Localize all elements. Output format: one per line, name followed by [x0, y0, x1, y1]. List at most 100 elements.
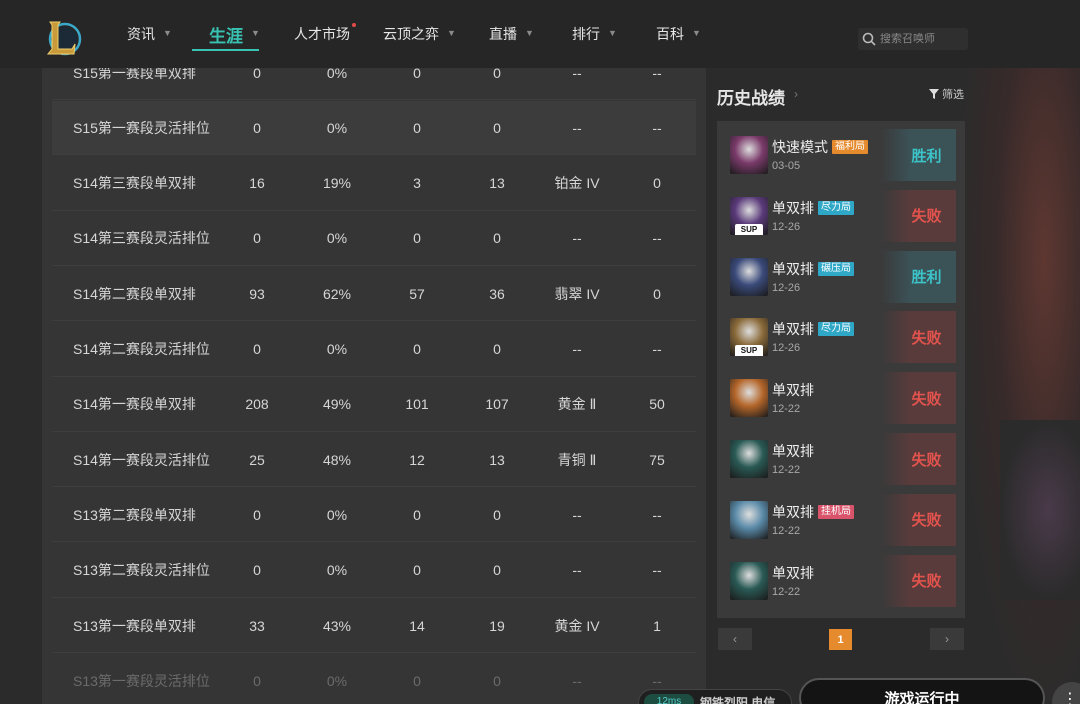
chevron-down-icon: ▼ — [447, 28, 456, 38]
nav-item-4[interactable]: 直播 ▼ — [472, 0, 555, 68]
match-result: 失败 — [881, 189, 956, 242]
table-row[interactable]: S13第二赛段灵活排位 0 0% 0 0 -- -- — [52, 544, 696, 598]
season-name: S13第一赛段单双排 — [73, 617, 196, 634]
match-mode: 单双排 挂机局 — [772, 502, 854, 522]
nav-item-label: 排行 — [572, 26, 600, 42]
cell-lp: -- — [652, 230, 662, 247]
table-row[interactable]: S13第一赛段单双排 33 43% 14 19 黄金 IV 1 — [52, 599, 696, 653]
season-name: S14第三赛段单双排 — [73, 175, 196, 192]
cell-c1: 0 — [253, 506, 261, 523]
cell-c3: 3 — [413, 175, 421, 192]
match-mode-label: 单双排 — [772, 199, 814, 216]
server-name: 钢铁烈阳 电信 — [700, 696, 776, 704]
season-name: S14第二赛段灵活排位 — [73, 341, 210, 357]
cell-c1: 208 — [245, 396, 269, 413]
prev-page-button[interactable]: ‹ — [718, 628, 752, 650]
nav-item-5[interactable]: 排行 ▼ — [555, 0, 639, 68]
search-input[interactable] — [880, 33, 966, 45]
match-item[interactable]: 单双排 碾压局 12-26 胜利 — [725, 250, 956, 303]
cell-c3: 0 — [413, 562, 421, 579]
nav-item-6[interactable]: 百科 ▼ — [639, 0, 719, 68]
table-row[interactable]: S15第一赛段灵活排位 0 0% 0 0 -- -- — [52, 101, 696, 156]
match-item[interactable]: SUP 单双排 尽力局 12-26 失败 — [725, 311, 956, 364]
match-tag: 尽力局 — [818, 322, 854, 337]
table-row[interactable]: S13第一赛段灵活排位 0 0% 0 0 -- -- — [52, 654, 696, 704]
match-mode: 单双排 尽力局 — [772, 198, 854, 218]
page-number[interactable]: 1 — [829, 629, 852, 650]
table-row[interactable]: S14第二赛段单双排 93 62% 57 36 翡翠 IV 0 — [52, 267, 696, 322]
nav-item-2[interactable]: 人才市场 — [277, 0, 366, 68]
search-box[interactable] — [858, 28, 968, 50]
match-mode: 单双排 — [772, 380, 814, 400]
nav-item-1[interactable]: 生涯 ▼ — [192, 0, 277, 68]
cell-c3: 0 — [413, 68, 421, 81]
ranked-season-table: S15第一赛段单双排 0 0% 0 0 -- -- S15第一赛段灵活排位 0 0% 0 0 -- -- S… — [42, 68, 706, 704]
cell-lp: -- — [652, 506, 662, 523]
match-mode: 快速模式 福利局 — [772, 137, 868, 157]
cell-c4: 107 — [485, 396, 509, 413]
cell-c3: 0 — [413, 506, 421, 523]
cell-lp: -- — [652, 68, 662, 81]
nav-item-0[interactable]: 资讯 ▼ — [110, 0, 192, 68]
cell-tier: -- — [572, 562, 582, 579]
chevron-right-icon[interactable]: › — [794, 87, 798, 101]
match-item[interactable]: 快速模式 福利局 03-05 胜利 — [725, 129, 956, 181]
search-icon — [862, 32, 876, 46]
match-mode-label: 单双排 — [772, 443, 814, 459]
next-page-button[interactable]: › — [930, 628, 964, 650]
nav-item-label: 资讯 — [127, 26, 155, 42]
filter-label: 筛选 — [942, 89, 964, 101]
match-tag: 挂机局 — [818, 504, 854, 519]
nav-item-label: 人才市场 — [294, 23, 356, 44]
cell-c4: 0 — [493, 230, 501, 247]
game-running-button[interactable]: 游戏运行中 — [799, 678, 1045, 704]
filter-button[interactable]: 筛选 — [929, 86, 964, 102]
cell-tier: -- — [572, 230, 582, 247]
match-result: 胜利 — [881, 250, 956, 303]
season-name: S14第三赛段灵活排位 — [73, 230, 210, 247]
cell-c1: 0 — [253, 230, 261, 247]
role-badge: SUP — [735, 223, 763, 235]
cell-c2: 0% — [326, 230, 348, 247]
cell-c3: 0 — [413, 119, 421, 136]
cell-c2: 0% — [326, 119, 348, 136]
cell-c4: 13 — [489, 451, 505, 468]
match-item[interactable]: SUP 单双排 尽力局 12-26 失败 — [725, 189, 956, 242]
cell-c3: 12 — [409, 451, 425, 468]
table-row[interactable]: S14第一赛段灵活排位 25 48% 12 13 青铜 Ⅱ 75 — [52, 433, 696, 488]
table-row[interactable]: S13第二赛段单双排 0 0% 0 0 -- -- — [52, 488, 696, 543]
match-item[interactable]: 单双排 12-22 失败 — [725, 554, 956, 607]
cell-tier: 黄金 Ⅱ — [557, 396, 597, 413]
chevron-down-icon: ▼ — [163, 28, 172, 38]
table-row[interactable]: S15第一赛段单双排 0 0% 0 0 -- -- — [52, 68, 696, 100]
cell-lp: -- — [652, 119, 662, 136]
cell-c2: 19% — [322, 175, 352, 192]
season-name: S15第一赛段灵活排位 — [73, 119, 210, 136]
nav-item-3[interactable]: 云顶之弈 ▼ — [366, 0, 472, 68]
cell-c4: 19 — [489, 617, 505, 634]
match-result: 失败 — [881, 493, 956, 546]
table-row[interactable]: S14第二赛段灵活排位 0 0% 0 0 -- -- — [52, 323, 696, 377]
match-result: 胜利 — [881, 129, 956, 181]
champion-avatar: SUP — [730, 318, 768, 357]
history-title[interactable]: 历史战绩 — [717, 84, 785, 109]
match-mode-label: 单双排 — [772, 503, 814, 520]
season-name: S14第一赛段单双排 — [73, 396, 196, 413]
table-row[interactable]: S14第一赛段单双排 208 49% 101 107 黄金 Ⅱ 50 — [52, 378, 696, 432]
match-item[interactable]: 单双排 12-22 失败 — [725, 372, 956, 425]
match-date: 12-26 — [772, 281, 801, 294]
filter-icon — [929, 89, 939, 99]
cell-lp: 1 — [653, 617, 661, 634]
nav-item-label: 云顶之弈 — [383, 26, 439, 42]
lol-logo-icon[interactable] — [44, 18, 82, 58]
table-row[interactable]: S14第三赛段单双排 16 19% 3 13 铂金 IV 0 — [52, 157, 696, 211]
background-art-lower — [1000, 420, 1080, 600]
cell-tier: -- — [572, 506, 582, 523]
cell-c4: 0 — [493, 119, 501, 136]
match-date: 12-22 — [772, 464, 801, 476]
main-nav: 资讯 ▼ 生涯 ▼ 人才市场 云顶之弈 ▼ 直播 ▼ 排行 ▼ 百科 ▼ — [110, 0, 719, 68]
match-item[interactable]: 单双排 挂机局 12-22 失败 — [725, 493, 956, 546]
match-item[interactable]: 单双排 12-22 失败 — [725, 433, 956, 485]
table-row[interactable]: S14第三赛段灵活排位 0 0% 0 0 -- -- — [52, 212, 696, 266]
match-mode: 单双排 碾压局 — [772, 259, 854, 279]
